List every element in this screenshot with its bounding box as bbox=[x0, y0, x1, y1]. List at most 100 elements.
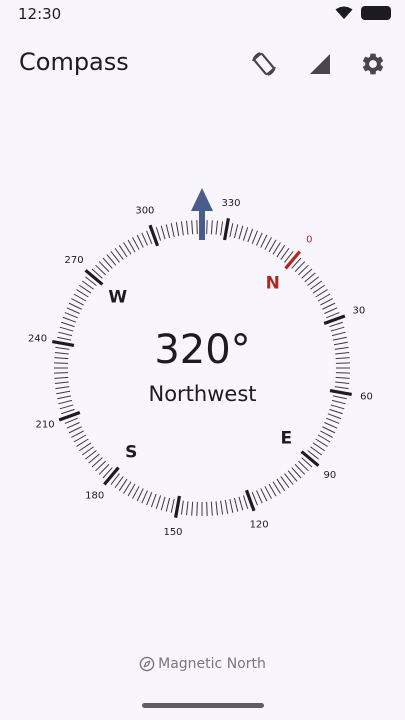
minor-tick bbox=[141, 490, 148, 504]
minor-tick bbox=[229, 223, 234, 238]
minor-tick bbox=[322, 302, 336, 310]
degree-label: 120 bbox=[250, 519, 269, 530]
minor-tick bbox=[155, 227, 162, 241]
minor-tick bbox=[324, 422, 338, 429]
minor-tick bbox=[71, 298, 84, 306]
minor-tick bbox=[61, 408, 75, 415]
minor-tick bbox=[233, 497, 239, 512]
cardinal-label-n: N bbox=[266, 274, 280, 294]
minor-tick bbox=[150, 493, 157, 508]
degree-label: 270 bbox=[65, 255, 84, 266]
minor-tick bbox=[136, 488, 144, 502]
degree-label: 150 bbox=[163, 527, 182, 538]
minor-tick bbox=[180, 221, 184, 236]
minor-tick bbox=[326, 312, 340, 319]
minor-tick bbox=[170, 223, 175, 238]
minor-tick bbox=[215, 220, 218, 235]
minor-tick bbox=[260, 488, 268, 502]
minor-tick bbox=[64, 417, 78, 424]
minor-tick bbox=[242, 495, 249, 509]
minor-tick bbox=[238, 225, 244, 240]
minor-tick bbox=[233, 224, 239, 239]
minor-tick bbox=[191, 220, 194, 235]
minor-tick bbox=[146, 230, 153, 244]
minor-tick bbox=[251, 492, 258, 506]
cardinal-label-w: W bbox=[108, 287, 127, 307]
minor-tick bbox=[220, 500, 224, 515]
minor-tick bbox=[320, 298, 333, 306]
degree-label: 330 bbox=[221, 198, 240, 209]
minor-tick bbox=[238, 496, 244, 511]
minor-tick bbox=[256, 232, 263, 246]
degree-label: 30 bbox=[353, 305, 366, 316]
minor-tick bbox=[73, 293, 87, 302]
minor-tick bbox=[68, 302, 82, 310]
minor-tick bbox=[54, 376, 69, 379]
minor-tick bbox=[73, 434, 87, 443]
minor-tick bbox=[64, 312, 78, 319]
minor-tick bbox=[320, 430, 333, 438]
major-tick bbox=[222, 218, 230, 241]
minor-tick bbox=[242, 227, 249, 241]
minor-tick bbox=[170, 498, 175, 513]
minor-tick bbox=[329, 408, 343, 415]
minor-tick bbox=[322, 426, 336, 434]
compass-icon bbox=[139, 656, 155, 672]
minor-tick bbox=[160, 225, 166, 240]
minor-tick bbox=[268, 483, 277, 497]
minor-tick bbox=[66, 422, 80, 429]
minor-tick bbox=[132, 237, 140, 250]
minor-tick bbox=[224, 499, 229, 514]
minor-tick bbox=[329, 321, 343, 328]
minor-tick bbox=[324, 307, 338, 314]
heading-arrow-head bbox=[191, 188, 213, 211]
minor-tick bbox=[256, 490, 263, 504]
major-tick bbox=[84, 269, 104, 286]
degree-label: 300 bbox=[135, 206, 154, 217]
heading-direction: Northwest bbox=[148, 382, 257, 406]
major-tick bbox=[174, 495, 182, 518]
degree-label: 90 bbox=[324, 470, 337, 481]
minor-tick bbox=[335, 376, 350, 379]
minor-tick bbox=[136, 234, 144, 248]
north-mode-label: Magnetic North bbox=[158, 656, 266, 672]
degree-label: 0 bbox=[306, 235, 312, 246]
navigation-handle[interactable] bbox=[142, 703, 264, 708]
minor-tick bbox=[215, 501, 218, 516]
minor-tick bbox=[247, 228, 254, 243]
minor-tick bbox=[220, 221, 224, 236]
minor-tick bbox=[66, 307, 80, 314]
major-tick bbox=[300, 450, 320, 467]
minor-tick bbox=[186, 220, 189, 235]
minor-tick bbox=[141, 232, 148, 246]
minor-tick bbox=[160, 496, 166, 511]
minor-tick bbox=[61, 321, 75, 328]
cardinal-label-s: S bbox=[125, 442, 137, 462]
minor-tick bbox=[155, 495, 162, 509]
minor-tick bbox=[317, 293, 331, 302]
north-mode-toggle[interactable]: Magnetic North bbox=[0, 656, 405, 672]
minor-tick bbox=[71, 430, 84, 438]
minor-tick bbox=[264, 486, 272, 499]
minor-tick bbox=[62, 316, 77, 323]
minor-tick bbox=[165, 497, 171, 512]
minor-tick bbox=[132, 486, 140, 499]
heading-arrow-icon bbox=[191, 188, 213, 240]
minor-tick bbox=[229, 498, 234, 513]
minor-tick bbox=[327, 413, 342, 420]
minor-tick bbox=[264, 237, 272, 250]
degree-label: 180 bbox=[85, 490, 104, 501]
minor-tick bbox=[317, 434, 331, 443]
minor-tick bbox=[268, 239, 277, 253]
minor-tick bbox=[210, 501, 213, 516]
minor-tick bbox=[175, 222, 180, 237]
heading-arrow-shaft bbox=[199, 208, 205, 240]
minor-tick bbox=[146, 492, 153, 506]
major-tick bbox=[103, 466, 120, 486]
minor-tick bbox=[68, 426, 82, 434]
minor-tick bbox=[210, 220, 213, 235]
minor-tick bbox=[186, 501, 189, 516]
minor-tick bbox=[251, 230, 258, 244]
minor-tick bbox=[191, 501, 194, 516]
minor-tick bbox=[165, 224, 171, 239]
